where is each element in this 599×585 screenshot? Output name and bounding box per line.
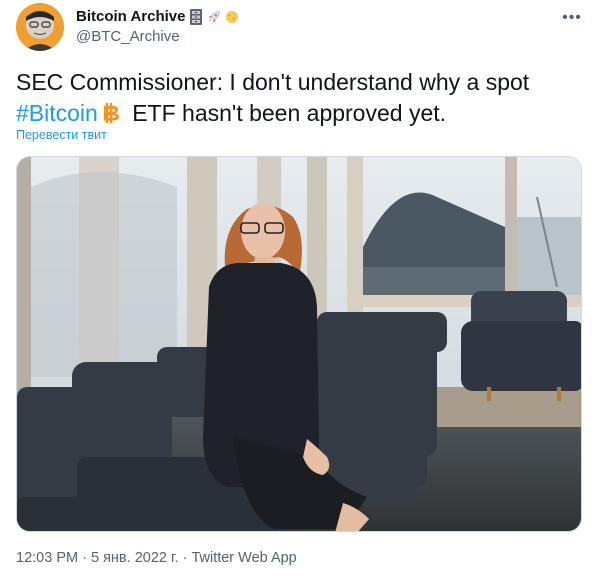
rocket-icon	[207, 9, 221, 23]
more-options-button[interactable]: •••	[560, 8, 584, 28]
tweet-time[interactable]: 12:03 PM	[16, 550, 78, 566]
author-display-name[interactable]: Bitcoin Archive	[76, 8, 185, 25]
meta-separator: ·	[82, 550, 87, 566]
tweet-meta: 12:03 PM · 5 янв. 2022 г. · Twitter Web …	[16, 550, 297, 566]
author-handle[interactable]: @BTC_Archive	[76, 28, 239, 45]
tweet-text: SEC Commissioner: I don't understand why…	[16, 67, 576, 133]
meta-separator: ·	[182, 550, 188, 566]
tweet-photo[interactable]	[16, 156, 582, 532]
hashtag-link[interactable]: #Bitcoin	[16, 100, 98, 126]
photo-image	[17, 157, 581, 531]
author-avatar[interactable]	[16, 3, 64, 51]
tweet-date[interactable]: 5 янв. 2022 г.	[91, 550, 179, 566]
tweet-text-part1: SEC Commissioner: I don't understand why…	[16, 69, 530, 95]
tweet-source-app[interactable]: Twitter Web App	[191, 550, 296, 566]
display-name-row: Bitcoin Archive	[76, 6, 239, 26]
moon-icon	[225, 9, 239, 24]
avatar-image	[16, 3, 64, 51]
tweet-author: Bitcoin Archive @BTC_Archive	[76, 6, 239, 45]
translate-tweet-link[interactable]: Перевести твит	[16, 128, 107, 142]
tweet-text-part2: ETF hasn't been approved yet.	[132, 100, 447, 126]
file-cabinet-icon	[189, 9, 203, 25]
